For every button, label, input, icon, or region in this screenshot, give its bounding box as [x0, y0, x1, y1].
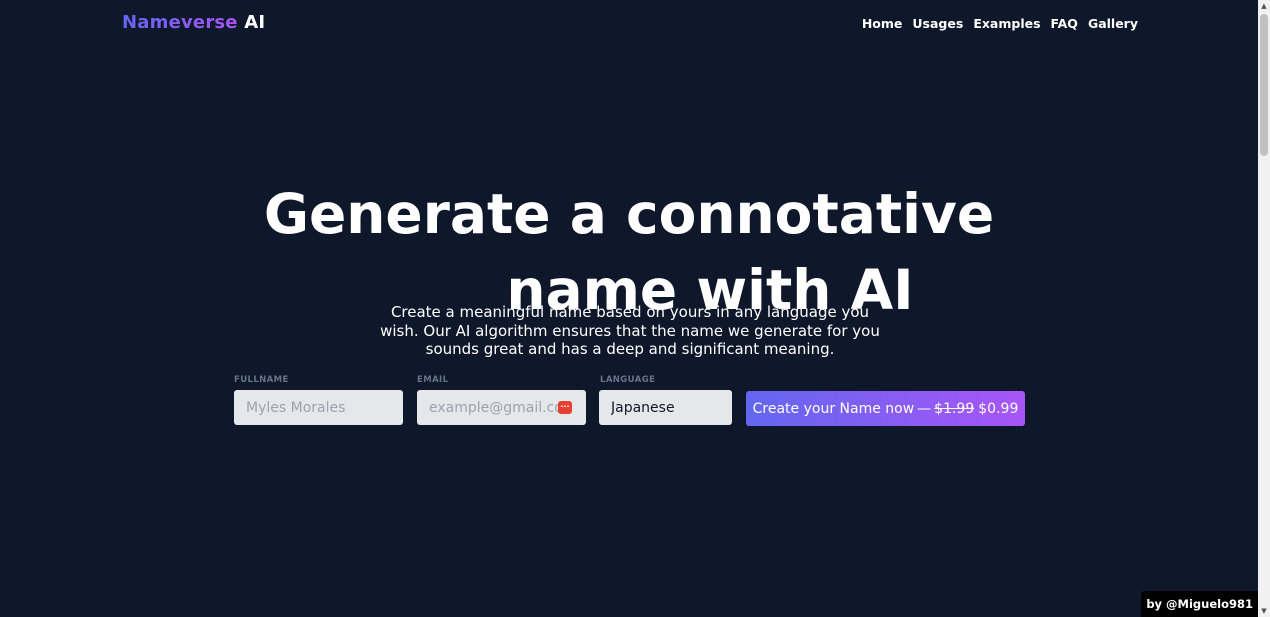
top-nav: Home Usages Examples FAQ Gallery	[862, 16, 1138, 31]
language-input[interactable]	[599, 390, 732, 425]
create-name-button-label: Create your Name now	[752, 400, 915, 417]
nav-home[interactable]: Home	[862, 16, 903, 31]
logo-suffix: AI	[244, 12, 266, 33]
hero-title-line-1: Generate a connotative	[263, 182, 995, 246]
create-name-button[interactable]: Create your Name now — $1.99 $0.99	[746, 391, 1025, 426]
author-credit-badge[interactable]: by @Miguelo981	[1141, 591, 1258, 617]
hero-title: Generate a connotative name with AI	[0, 186, 1258, 318]
nav-examples[interactable]: Examples	[973, 16, 1040, 31]
page: Nameverse AI Home Usages Examples FAQ Ga…	[0, 0, 1258, 617]
password-manager-icon[interactable]: ···	[558, 401, 572, 414]
hero-subtitle: Create a meaningful name based on yours …	[380, 303, 880, 358]
vertical-scrollbar[interactable]: ▲ ▼	[1258, 0, 1270, 617]
fullname-input[interactable]	[234, 390, 403, 425]
fullname-label: FULLNAME	[234, 375, 289, 385]
scroll-up-arrow-icon[interactable]: ▲	[1258, 0, 1270, 12]
nav-faq[interactable]: FAQ	[1051, 16, 1078, 31]
nav-gallery[interactable]: Gallery	[1088, 16, 1138, 31]
logo[interactable]: Nameverse AI	[122, 12, 265, 33]
old-price: $1.99	[934, 400, 975, 417]
email-field-wrapper: ···	[417, 390, 586, 425]
new-price: $0.99	[978, 400, 1019, 417]
scrollbar-thumb[interactable]	[1260, 14, 1268, 156]
email-label: EMAIL	[417, 375, 449, 385]
logo-brand: Nameverse	[122, 12, 238, 33]
price-separator: —	[917, 400, 932, 417]
nav-usages[interactable]: Usages	[912, 16, 963, 31]
scroll-down-arrow-icon[interactable]: ▼	[1258, 605, 1270, 617]
language-label: LANGUAGE	[600, 375, 656, 385]
